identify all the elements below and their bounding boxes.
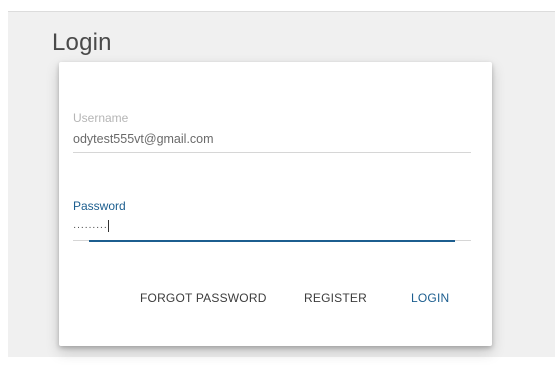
password-field[interactable]: ·········: [73, 220, 110, 233]
username-label: Username: [73, 111, 129, 125]
forgot-password-button[interactable]: FORGOT PASSWORD: [140, 291, 267, 305]
password-focus-underline: [89, 240, 455, 242]
page-background: Login Username odytest555vt@gmail.com Pa…: [8, 11, 555, 357]
login-card: Username odytest555vt@gmail.com Password…: [59, 62, 492, 346]
login-button[interactable]: LOGIN: [411, 291, 449, 305]
password-label: Password: [73, 199, 126, 213]
page-title: Login: [52, 29, 112, 56]
password-masked-value: ·········: [73, 222, 108, 233]
text-caret: [108, 220, 110, 232]
username-field[interactable]: odytest555vt@gmail.com: [73, 132, 463, 146]
register-button[interactable]: REGISTER: [304, 291, 367, 305]
username-underline: [73, 152, 471, 153]
